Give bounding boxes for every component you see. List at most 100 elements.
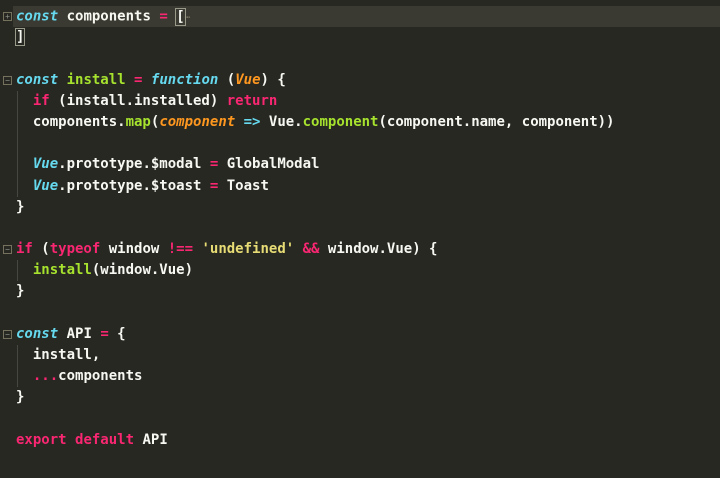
code-token: window.Vue) {: [319, 241, 438, 258]
fold-expand-icon[interactable]: +: [3, 12, 12, 21]
code-text: Vue.prototype.$toast = Toast: [16, 176, 269, 197]
code-token: .prototype.$modal: [58, 156, 210, 173]
code-token: Toast: [218, 177, 269, 194]
code-token: GlobalModal: [218, 156, 320, 173]
code-text: if (install.installed) return: [16, 91, 277, 112]
folded-ellipsis[interactable]: …: [185, 11, 190, 21]
code-token: typeof: [49, 241, 101, 258]
indent-guide: [17, 133, 18, 155]
code-editor[interactable]: + const components = […] − const install = …: [0, 6, 720, 451]
code-token: const: [16, 325, 59, 342]
code-token: (: [218, 71, 236, 88]
code-token: install: [32, 262, 92, 279]
code-token: }: [16, 198, 25, 215]
code-line[interactable]: export default API: [0, 430, 720, 451]
code-line[interactable]: Vue.prototype.$toast = Toast: [0, 175, 720, 197]
code-line[interactable]: − if (typeof window !== 'undefined' && wi…: [0, 239, 720, 260]
code-token: const: [16, 71, 59, 88]
code-token: (install.installed): [49, 92, 227, 109]
code-text: }: [16, 387, 24, 408]
code-token: Vue.: [260, 113, 303, 130]
code-token: if: [32, 92, 50, 109]
code-text: const install = function (Vue) {: [16, 70, 286, 91]
code-line[interactable]: + const components = […: [3, 6, 720, 28]
code-token: [: [175, 7, 186, 26]
code-token: components: [58, 368, 143, 385]
code-token: window: [100, 241, 168, 258]
code-line[interactable]: if (install.installed) return: [0, 90, 720, 112]
code-line[interactable]: }: [0, 197, 720, 218]
code-token: Vue: [32, 156, 59, 173]
code-line[interactable]: install,: [0, 345, 720, 367]
code-text: }: [16, 197, 24, 218]
code-line[interactable]: ]: [0, 27, 720, 48]
code-token: API: [134, 431, 168, 448]
code-line[interactable]: install(window.Vue): [0, 260, 720, 282]
code-token: export: [16, 431, 67, 448]
code-text: Vue.prototype.$modal = GlobalModal: [16, 154, 320, 175]
code-line[interactable]: }: [0, 387, 720, 408]
code-token: component: [302, 113, 379, 130]
code-line[interactable]: [0, 218, 720, 239]
fold-collapse-icon[interactable]: −: [3, 245, 12, 255]
code-token: default: [75, 431, 135, 448]
code-token: if: [16, 241, 33, 258]
code-token: }: [16, 283, 25, 300]
code-token: .prototype.$toast: [58, 177, 210, 194]
code-token: =: [100, 325, 109, 342]
code-text: install,: [16, 345, 100, 366]
code-token: &&: [302, 241, 320, 258]
code-token: install,: [16, 347, 101, 363]
code-token: ) {: [260, 71, 286, 88]
code-line[interactable]: ...components: [0, 366, 720, 388]
code-token: =: [159, 8, 168, 25]
code-token: map: [125, 113, 151, 130]
code-text: }: [16, 281, 24, 302]
code-line[interactable]: [0, 409, 720, 430]
code-token: component: [159, 113, 236, 130]
code-line[interactable]: − const API = {: [0, 324, 720, 345]
code-text: ...components: [16, 366, 143, 387]
fold-collapse-icon[interactable]: −: [3, 75, 12, 85]
code-text: install(window.Vue): [16, 260, 193, 281]
code-line[interactable]: − const install = function (Vue) {: [0, 70, 720, 91]
code-token: ...: [32, 368, 59, 385]
code-line[interactable]: components.map(component => Vue.componen…: [0, 111, 720, 134]
code-token: (: [32, 241, 50, 258]
code-token: install: [66, 71, 126, 88]
code-line[interactable]: [0, 303, 720, 324]
code-token: Vue: [235, 71, 261, 88]
code-token: const: [16, 8, 59, 25]
code-token: (component.name, component)): [378, 113, 615, 130]
code-text: components.map(component => Vue.componen…: [16, 112, 615, 133]
code-token: !==: [167, 241, 194, 258]
code-token: return: [226, 92, 278, 109]
code-token: Vue: [32, 177, 59, 194]
code-line[interactable]: [0, 133, 720, 155]
code-token: {: [108, 325, 126, 342]
fold-collapse-icon[interactable]: −: [3, 329, 12, 339]
code-text: ]: [14, 27, 26, 48]
code-line[interactable]: }: [0, 281, 720, 302]
code-line[interactable]: Vue.prototype.$modal = GlobalModal: [0, 154, 720, 176]
code-token: ]: [14, 28, 26, 47]
code-token: (window.Vue): [91, 262, 194, 279]
code-text: export default API: [16, 430, 168, 451]
code-token: components: [58, 8, 160, 25]
code-text: const components = […: [16, 6, 190, 28]
code-line[interactable]: [0, 48, 720, 69]
code-token: function: [150, 71, 219, 88]
code-text: const API = {: [16, 324, 126, 345]
